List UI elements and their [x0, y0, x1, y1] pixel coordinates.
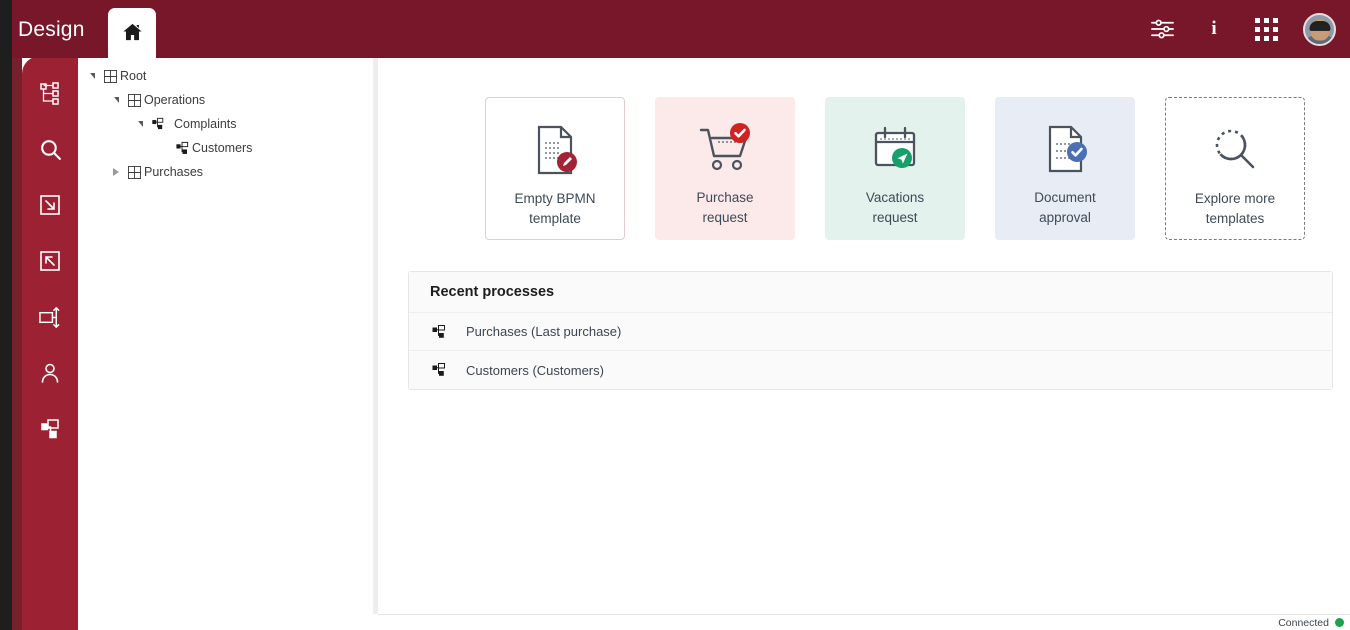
app-title: Design	[18, 18, 85, 41]
template-card-label: Explore more templates	[1194, 191, 1276, 226]
recent-processes-panel: Recent processes Purchases (Last purchas…	[408, 271, 1333, 390]
document-check-icon	[1037, 118, 1093, 180]
tree-node-complaints[interactable]: Complaints	[78, 112, 373, 136]
template-card-empty-bpmn[interactable]: Empty BPMN template	[485, 97, 625, 240]
info-icon-glyph: i	[1211, 18, 1217, 39]
shopping-cart-check-icon	[695, 118, 755, 180]
left-rail-items	[22, 76, 78, 446]
template-cards: Empty BPMN template Purchase request Vac…	[485, 97, 1305, 240]
folder-grid-icon	[100, 69, 120, 83]
template-card-explore-more[interactable]: Explore more templates	[1165, 97, 1305, 240]
folder-grid-icon	[124, 165, 144, 179]
connection-status-indicator	[1335, 618, 1344, 627]
subprocess-icon	[172, 141, 192, 156]
model-tree-panel: Root Operations Complaints Customers Pur…	[78, 58, 373, 630]
recent-process-row-customers[interactable]: Customers (Customers)	[409, 351, 1332, 389]
chevron-down-icon[interactable]	[84, 72, 100, 79]
template-card-purchase-request[interactable]: Purchase request	[655, 97, 795, 240]
tree-node-root[interactable]: Root	[78, 64, 373, 88]
template-card-label: Vacations request	[865, 190, 925, 225]
rail-shadow-strip	[12, 0, 22, 630]
apps-grid-icon[interactable]	[1251, 14, 1281, 44]
recent-process-label: Customers (Customers)	[466, 362, 604, 378]
process-icon	[148, 117, 168, 131]
connection-status-label: Connected	[1278, 616, 1329, 629]
hierarchy-tree-icon[interactable]	[32, 76, 68, 110]
home-tab[interactable]	[108, 8, 156, 62]
home-icon	[121, 21, 144, 49]
avatar-glasses	[1310, 29, 1329, 35]
subprocess-icon[interactable]	[32, 412, 68, 446]
import-icon[interactable]	[32, 188, 68, 222]
statusbar-left-filler	[78, 614, 378, 630]
recent-processes-heading: Recent processes	[409, 272, 1332, 313]
template-card-label: Document approval	[1034, 190, 1096, 225]
export-icon[interactable]	[32, 244, 68, 278]
info-icon[interactable]: i	[1199, 14, 1229, 44]
template-card-label: Purchase request	[696, 190, 754, 225]
document-pencil-icon	[527, 119, 583, 181]
app-header: Design i	[12, 0, 1350, 62]
chevron-down-icon[interactable]	[108, 96, 124, 103]
tree-node-label: Customers	[192, 141, 253, 155]
tree-node-label: Complaints	[174, 117, 237, 131]
tree-node-customers[interactable]: Customers	[78, 136, 373, 160]
window-edge-strip	[0, 0, 12, 630]
chevron-right-icon[interactable]	[108, 168, 124, 176]
user-icon[interactable]	[32, 356, 68, 390]
apps-grid-glyph	[1254, 17, 1278, 41]
status-bar: Connected	[378, 614, 1350, 630]
chevron-down-icon[interactable]	[132, 120, 148, 127]
user-avatar[interactable]	[1303, 12, 1336, 46]
design-app-window: Design i Root Operations Complaints Cust…	[0, 0, 1350, 630]
settings-sliders-icon[interactable]	[1147, 14, 1177, 44]
subprocess-icon	[430, 324, 448, 340]
template-card-document-approval[interactable]: Document approval	[995, 97, 1135, 240]
tree-node-purchases[interactable]: Purchases	[78, 160, 373, 184]
template-card-label: Empty BPMN template	[514, 191, 596, 226]
process-pool-icon[interactable]	[32, 300, 68, 334]
main-content: Empty BPMN template Purchase request Vac…	[378, 58, 1350, 614]
calendar-send-icon	[865, 118, 925, 180]
search-icon[interactable]	[32, 132, 68, 166]
tree-node-label: Purchases	[144, 165, 204, 179]
tree-node-label: Root	[120, 69, 147, 83]
folder-grid-icon	[124, 93, 144, 107]
header-actions: i	[1147, 0, 1336, 58]
recent-process-label: Purchases (Last purchase)	[466, 324, 622, 339]
tree-node-operations[interactable]: Operations	[78, 88, 373, 112]
recent-process-row-purchases[interactable]: Purchases (Last purchase)	[409, 313, 1332, 351]
tree-node-label: Operations	[144, 93, 206, 107]
subprocess-icon	[430, 362, 448, 378]
magnifier-icon	[1207, 119, 1263, 181]
template-card-vacations-request[interactable]: Vacations request	[825, 97, 965, 240]
